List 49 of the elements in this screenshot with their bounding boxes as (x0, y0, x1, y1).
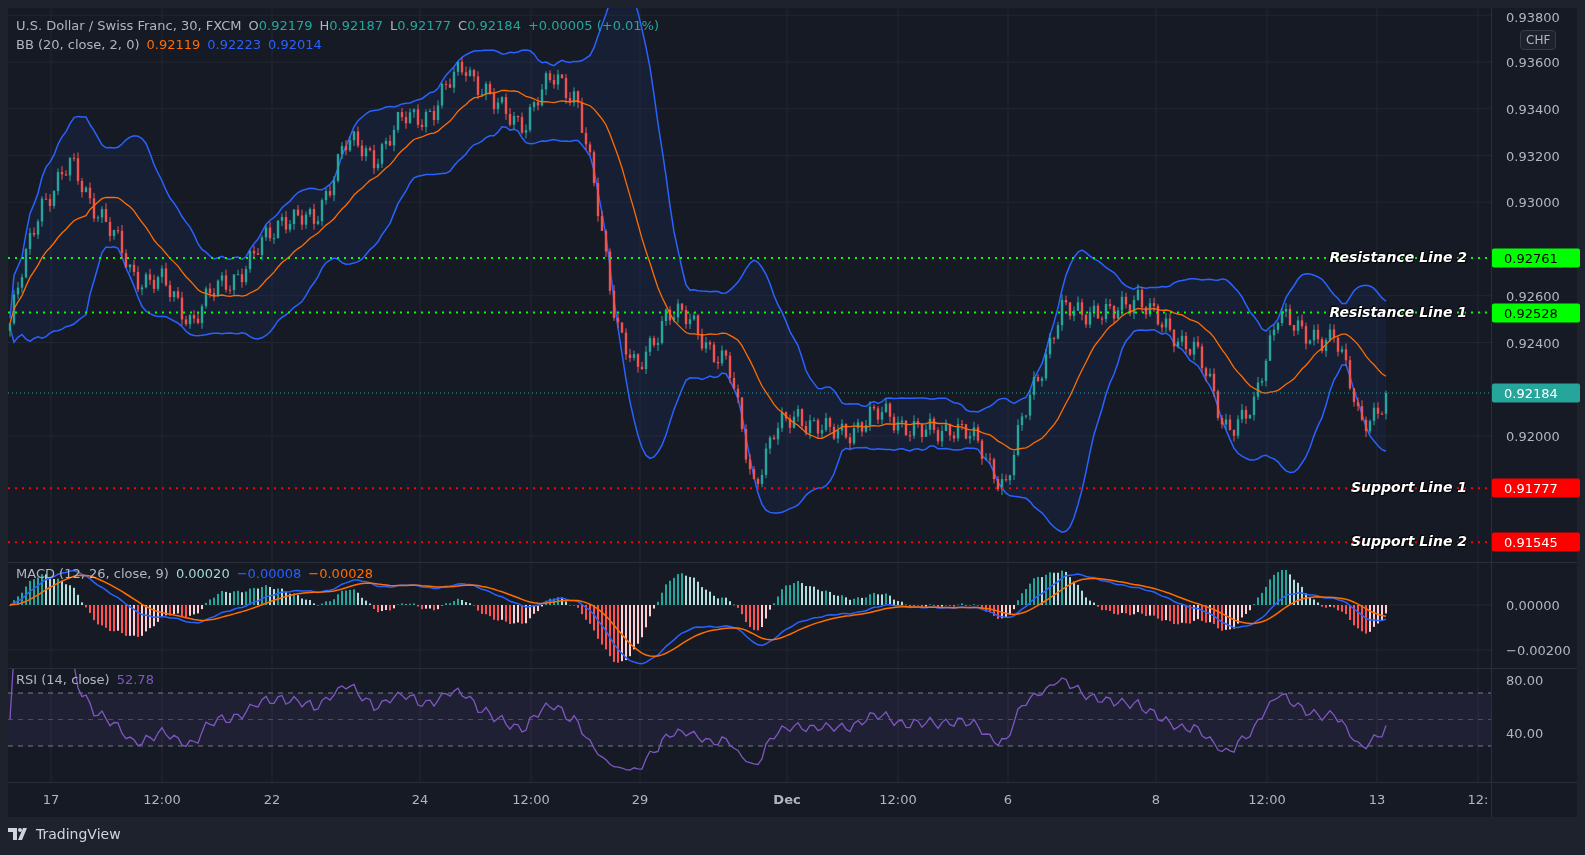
ohlc-value: L0.92177 (390, 18, 452, 33)
rsi-tick: 80.00 (1506, 672, 1544, 688)
time-label: 12:00 (1248, 792, 1286, 807)
level-label: Support Line 1 (1351, 479, 1467, 496)
price-tick: 0.92000 (1506, 428, 1560, 444)
price-tick: 0.93600 (1506, 54, 1560, 70)
indicator-value: −0.00028 (308, 566, 373, 581)
time-label: 22 (263, 792, 281, 807)
macd-tick: −0.00200 (1506, 642, 1571, 658)
indicator-value: 0.00020 (175, 566, 230, 581)
level-price-tag: 0.91777 (1492, 478, 1580, 498)
time-label: 12:00 (143, 792, 181, 807)
price-tick: 0.93800 (1506, 9, 1560, 25)
time-label: 24 (411, 792, 429, 807)
price-tick: 0.92400 (1506, 335, 1560, 350)
level-label: Resistance Line 1 (1329, 303, 1467, 320)
ohlc-value: C0.92184 (458, 18, 521, 33)
time-label: 12:00 (512, 792, 550, 807)
price-tick: 0.93400 (1506, 101, 1560, 117)
macd-tick: 0.00000 (1506, 597, 1560, 613)
currency-button[interactable]: CHF (1520, 30, 1557, 50)
rsi-tick: 40.00 (1506, 725, 1544, 741)
indicator-label: BB (20, close, 2, 0) (16, 37, 140, 52)
ohlc-value: O0.92179 (248, 18, 313, 33)
indicator-value: 0.92014 (268, 37, 322, 52)
price-tick: 0.93200 (1506, 148, 1560, 163)
price-tick: 0.93000 (1506, 194, 1560, 210)
last-price-tag: 0.92184 (1492, 383, 1580, 403)
brand-name: TradingView (36, 826, 121, 842)
level-label: Resistance Line 2 (1329, 249, 1467, 266)
indicator-value: −0.00008 (236, 566, 302, 581)
price-tick: 0.92600 (1506, 288, 1560, 304)
time-label: 12: (1467, 792, 1489, 807)
indicator-value: 0.92119 (146, 37, 201, 52)
level-price-tag: 0.92761 (1492, 248, 1580, 268)
time-label: 29 (631, 792, 649, 807)
time-label: 13 (1368, 792, 1386, 807)
level-price-tag: 0.91545 (1492, 532, 1580, 552)
indicator-value: 0.92223 (207, 37, 261, 52)
indicator-value: 52.78 (116, 672, 154, 687)
level-label: Support Line 2 (1351, 533, 1467, 550)
time-label: 8 (1151, 792, 1161, 807)
level-price-tag: 0.92528 (1492, 303, 1580, 323)
ohlc-value: H0.92187 (319, 18, 384, 33)
time-label: 12:00 (879, 792, 917, 807)
time-label: Dec (773, 792, 801, 807)
time-label: 17 (42, 792, 60, 807)
symbol-title: U.S. Dollar / Swiss Franc, 30, FXCM (16, 18, 242, 33)
time-label: 6 (1003, 792, 1013, 807)
